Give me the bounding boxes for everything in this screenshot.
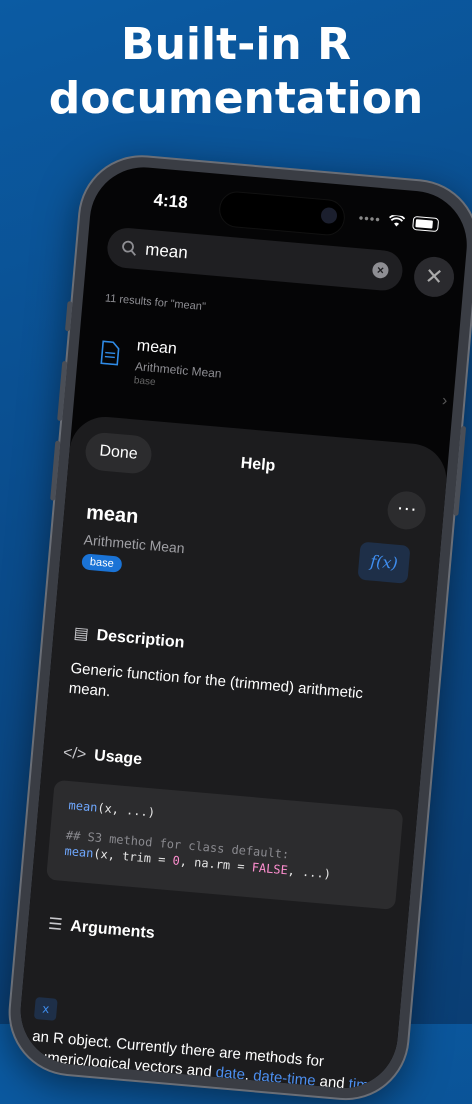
chevron-right-icon: ›: [441, 392, 449, 410]
package-badge: base: [81, 553, 123, 573]
status-time: 4:18: [152, 190, 189, 213]
more-options-icon[interactable]: ···: [386, 489, 428, 532]
description-heading-label: Description: [95, 626, 186, 652]
result-package: base: [133, 375, 156, 389]
arguments-heading: ☰ Arguments: [47, 914, 155, 943]
search-icon: [122, 240, 137, 256]
wifi-icon: [389, 214, 406, 226]
list-icon: ☰: [47, 915, 64, 934]
results-count: 11 results for "mean": [104, 292, 207, 314]
description-heading: ▤ Description: [73, 623, 185, 653]
arg-text: objects. C: [76, 1071, 149, 1093]
headline-line-2: documentation: [48, 73, 424, 124]
usage-code-block: mean(x, ...) ## S3 method for class defa…: [46, 779, 404, 910]
usage-heading: </> Usage: [62, 744, 142, 769]
code-args: , ...): [287, 863, 332, 882]
code-keyword: FALSE: [251, 860, 289, 878]
function-name: mean: [85, 501, 140, 529]
battery-icon: [412, 215, 440, 232]
help-sheet: Done Help ··· mean Arithmetic Mean base …: [16, 413, 450, 1093]
code-icon: </>: [62, 744, 87, 764]
arguments-heading-label: Arguments: [69, 917, 156, 943]
argument-name: x: [33, 996, 58, 1021]
code-fn: mean: [64, 843, 95, 861]
description-text: Generic function for the (trimmed) arith…: [68, 659, 364, 703]
clear-search-icon[interactable]: ×: [371, 261, 390, 279]
side-button-power: [453, 425, 467, 516]
result-title: mean: [136, 337, 178, 358]
side-button-volume-up: [57, 360, 68, 422]
headline-line-1: Built-in R: [121, 19, 351, 70]
phone-frame: 4:18 •••• mean × ✕ 11 results for "mean"…: [5, 152, 472, 1104]
arg-text: and: [314, 1072, 350, 1093]
signal-icon: ••••: [358, 210, 382, 228]
side-button-volume-down: [50, 440, 61, 501]
headline: Built-in R documentation: [0, 18, 472, 126]
date-time-link[interactable]: date-time: [252, 1067, 316, 1089]
search-input[interactable]: mean: [144, 240, 189, 264]
search-field[interactable]: mean ×: [105, 226, 405, 293]
list-item[interactable]: mean Arithmetic Mean base ›: [97, 334, 451, 424]
side-button-action: [64, 301, 73, 332]
usage-heading-label: Usage: [93, 747, 143, 769]
date-link[interactable]: date: [215, 1064, 246, 1083]
function-title: Arithmetic Mean: [83, 531, 186, 557]
status-icons: ••••: [358, 210, 440, 232]
code-fn: mean: [68, 798, 99, 815]
close-button[interactable]: ✕: [412, 255, 456, 299]
document-icon: ▤: [72, 624, 90, 644]
function-icon: f(x): [357, 541, 411, 584]
argument-description: an R object. Currently there are methods…: [28, 1027, 382, 1093]
phone-screen: 4:18 •••• mean × ✕ 11 results for "mean"…: [16, 162, 472, 1093]
document-icon: [100, 340, 120, 366]
